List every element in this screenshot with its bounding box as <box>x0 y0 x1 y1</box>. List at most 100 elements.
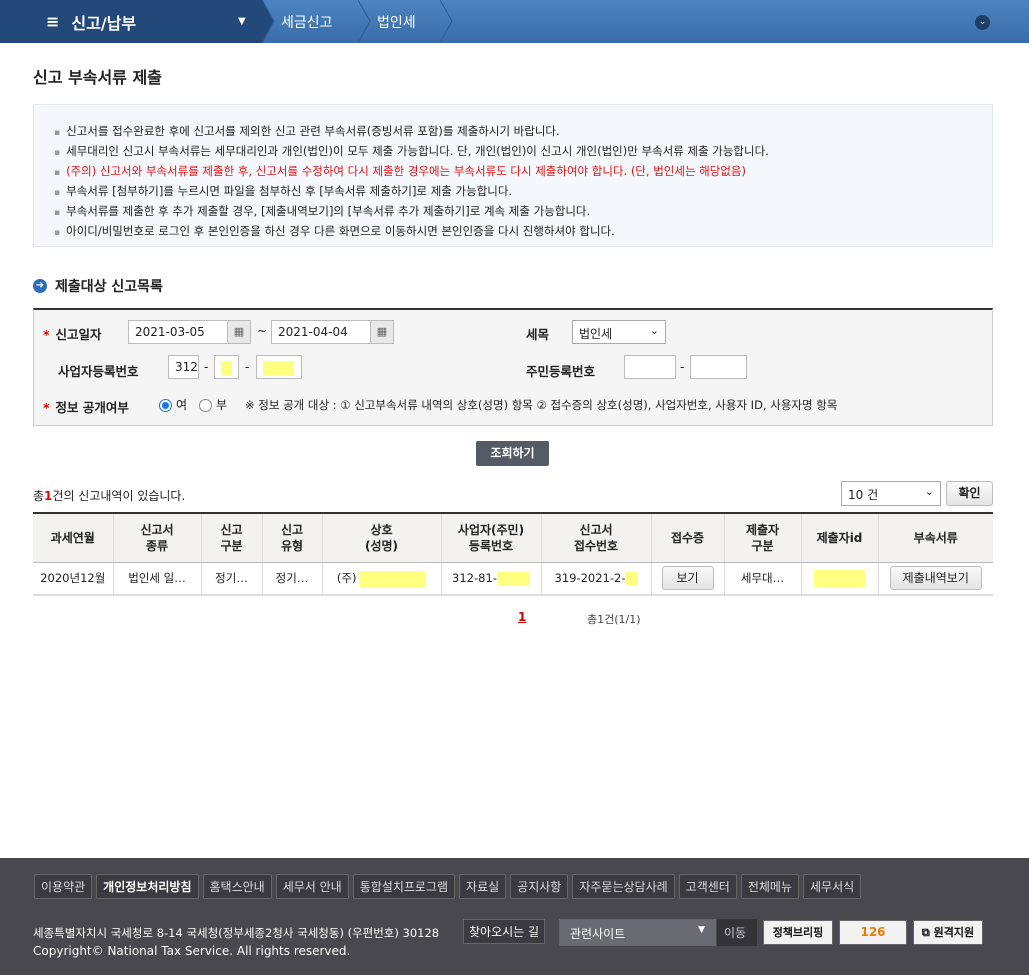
column-header: 신고서 접수번호 <box>541 513 652 563</box>
footer: 이용약관 개인정보처리방침 홈택스안내 세무서 안내 통합설치프로그램 자료실 공지사항 자주… <box>0 858 1029 975</box>
cell-company-name: (주) <box>322 562 442 596</box>
cell-period: 2020년12월 <box>33 562 114 596</box>
breadcrumb-tax-filing[interactable]: 세금신고 <box>281 0 333 43</box>
view-receipt-button[interactable]: 보기 <box>661 566 714 591</box>
dash: - <box>245 360 250 374</box>
calendar-icon[interactable]: ▦ <box>370 320 394 344</box>
breadcrumb-corporate-tax[interactable]: 법인세 <box>377 0 416 43</box>
result-count: 총1건의 신고내역이 있습니다. <box>33 489 186 503</box>
footer-link[interactable]: 홈택스안내 <box>202 874 272 899</box>
search-button[interactable]: 조회하기 <box>476 441 549 466</box>
view-submissions-button[interactable]: 제출내역보기 <box>889 566 982 591</box>
date-label: * 신고일자 <box>43 327 102 342</box>
hometax-126-logo[interactable]: 126 <box>839 920 907 945</box>
table-row: 2020년12월 법인세 일… 정기… 정기… (주) 312-81- 319-… <box>33 562 993 596</box>
footer-link[interactable]: 세무서식 <box>803 874 862 899</box>
table-header-row: 과세연월 신고서 종류 신고 구분 신고 유형 상호 (성명) 사업자(주민) 등록번호 신고서 접수번… <box>33 513 993 563</box>
cell-docs: 제출내역보기 <box>878 562 993 596</box>
breadcrumb-separator-icon <box>440 0 453 43</box>
arrow-circle-icon: ➜ <box>33 279 47 293</box>
disclose-no-radio[interactable]: 부 <box>199 396 227 413</box>
tilde: ~ <box>257 324 268 338</box>
page-link-1[interactable]: 1 <box>518 610 526 624</box>
notice-item: 부속서류 [첨부하기]를 누르시면 파일을 첨부하신 후 [부속서류 제출하기]… <box>54 182 992 202</box>
expand-chevron-icon[interactable]: ⌄ <box>975 15 990 30</box>
column-header: 과세연월 <box>33 513 114 563</box>
hamburger-icon: ≡ <box>46 12 60 31</box>
directions-button[interactable]: 찾아오시는 길 <box>463 919 546 944</box>
cell-form-type: 법인세 일… <box>113 562 202 596</box>
notice-warning: (주의) 신고서와 부속서류를 제출한 후, 신고서를 수정하여 다시 제출한 … <box>54 162 992 182</box>
related-sites-select[interactable]: 관련사이트 ▼ <box>559 919 716 946</box>
page-summary: 총1건(1/1) <box>587 613 641 626</box>
menu-dropdown[interactable]: ≡ 신고/납부 ▼ <box>0 0 262 43</box>
notice-item: 아이디/비밀번호로 로그인 후 본인인증을 하신 경우 다른 화면으로 이동하시… <box>54 222 992 242</box>
breadcrumb-separator-icon <box>358 0 371 43</box>
breadcrumb-separator-icon <box>262 0 275 43</box>
page-size-select[interactable]: 10 건 ⌄ <box>841 481 941 506</box>
column-header: 접수증 <box>651 513 725 563</box>
top-nav: ≡ 신고/납부 ▼ 세금신고 법인세 ⌄ <box>0 0 1029 43</box>
menu-title: 신고/납부 <box>71 13 137 33</box>
cell-receipt: 보기 <box>651 562 725 596</box>
column-header: 제출자 구분 <box>724 513 802 563</box>
dash: - <box>204 360 209 374</box>
section-title: ➜ 제출대상 신고목록 <box>33 276 163 296</box>
results-table: 과세연월 신고서 종류 신고 구분 신고 유형 상호 (성명) 사업자(주민) 등록번호 신고서 접수번… <box>33 512 993 596</box>
bizno-part1-input[interactable]: 312 <box>168 355 199 379</box>
column-header: 신고 유형 <box>262 513 323 563</box>
rrn-part1-input[interactable] <box>624 355 676 379</box>
cell-kind: 정기… <box>262 562 323 596</box>
footer-link[interactable]: 통합설치프로그램 <box>352 874 456 899</box>
column-header: 사업자(주민) 등록번호 <box>441 513 542 563</box>
disclose-yes-radio[interactable]: 여 <box>159 396 187 413</box>
calendar-icon[interactable]: ▦ <box>227 320 251 344</box>
footer-link[interactable]: 자료실 <box>459 874 507 899</box>
footer-link[interactable]: 개인정보처리방침 <box>96 874 199 899</box>
tax-type-select[interactable]: 법인세 ⌄ <box>572 320 666 344</box>
dash: - <box>680 360 685 374</box>
go-button[interactable]: 이동 <box>717 919 757 946</box>
remote-icon: ⧉ <box>921 926 930 939</box>
rrn-label: 주민등록번호 <box>526 364 596 379</box>
footer-link[interactable]: 고객센터 <box>678 874 737 899</box>
cell-receipt-no: 319-2021-2- <box>541 562 652 596</box>
confirm-button[interactable]: 확인 <box>946 481 993 506</box>
notice-box: 신고서를 접수완료한 후에 신고서를 제외한 신고 관련 부속서류(증빙서류 포… <box>33 104 993 247</box>
date-to-input[interactable]: 2021-04-04 <box>271 320 371 344</box>
search-form: * 신고일자 2021-03-05 ▦ ~ 2021-04-04 ▦ 세목 법인세… <box>33 308 993 426</box>
remote-support-button[interactable]: ⧉ 원격지원 <box>913 920 983 945</box>
bizno-part3-input[interactable] <box>256 355 302 379</box>
address: 세종특별자치시 국세청로 8-14 국세청(정부세종2청사 국세청동) (우편번… <box>33 926 440 940</box>
copyright: Copyright© National Tax Service. All rig… <box>33 944 351 958</box>
column-header: 부속서류 <box>878 513 993 563</box>
column-header: 상호 (성명) <box>322 513 442 563</box>
caret-down-icon: ▼ <box>238 16 246 27</box>
footer-link[interactable]: 전체메뉴 <box>740 874 800 899</box>
policy-briefing-link[interactable]: 정책브리핑 <box>763 920 833 945</box>
bizno-part2-input[interactable] <box>214 355 239 379</box>
notice-item: 세무대리인 신고시 부속서류는 세무대리인과 개인(법인)이 모두 제출 가능합… <box>54 142 992 162</box>
cell-submitter-type: 세무대… <box>724 562 802 596</box>
bizno-label: 사업자등록번호 <box>58 364 139 379</box>
notice-item: 부속서류를 제출한 후 추가 제출할 경우, [제출내역보기]의 [부속서류 추… <box>54 202 992 222</box>
disclose-note: ※ 정보 공개 대상 : ① 신고부속서류 내역의 상호(성명) 항목 ② 접수… <box>245 398 838 412</box>
footer-link[interactable]: 자주묻는상담사례 <box>572 874 675 899</box>
footer-link[interactable]: 공지사항 <box>510 874 569 899</box>
cell-category: 정기… <box>201 562 263 596</box>
notice-item: 신고서를 접수완료한 후에 신고서를 제외한 신고 관련 부속서류(증빙서류 포… <box>54 122 992 142</box>
footer-links: 이용약관 개인정보처리방침 홈택스안내 세무서 안내 통합설치프로그램 자료실 공지사항 자주… <box>34 874 862 899</box>
footer-link[interactable]: 이용약관 <box>34 874 93 899</box>
column-header: 제출자id <box>801 513 879 563</box>
footer-link[interactable]: 세무서 안내 <box>275 874 349 899</box>
column-header: 신고 구분 <box>201 513 263 563</box>
page-title: 신고 부속서류 제출 <box>33 68 162 87</box>
cell-bizno: 312-81- <box>441 562 542 596</box>
rrn-part2-input[interactable] <box>690 355 747 379</box>
cell-submitter-id <box>801 562 879 596</box>
column-header: 신고서 종류 <box>113 513 202 563</box>
disclose-label: * 정보 공개여부 <box>43 400 129 415</box>
date-from-input[interactable]: 2021-03-05 <box>128 320 228 344</box>
section-title-text: 제출대상 신고목록 <box>55 279 163 295</box>
tax-type-label: 세목 <box>526 327 550 342</box>
